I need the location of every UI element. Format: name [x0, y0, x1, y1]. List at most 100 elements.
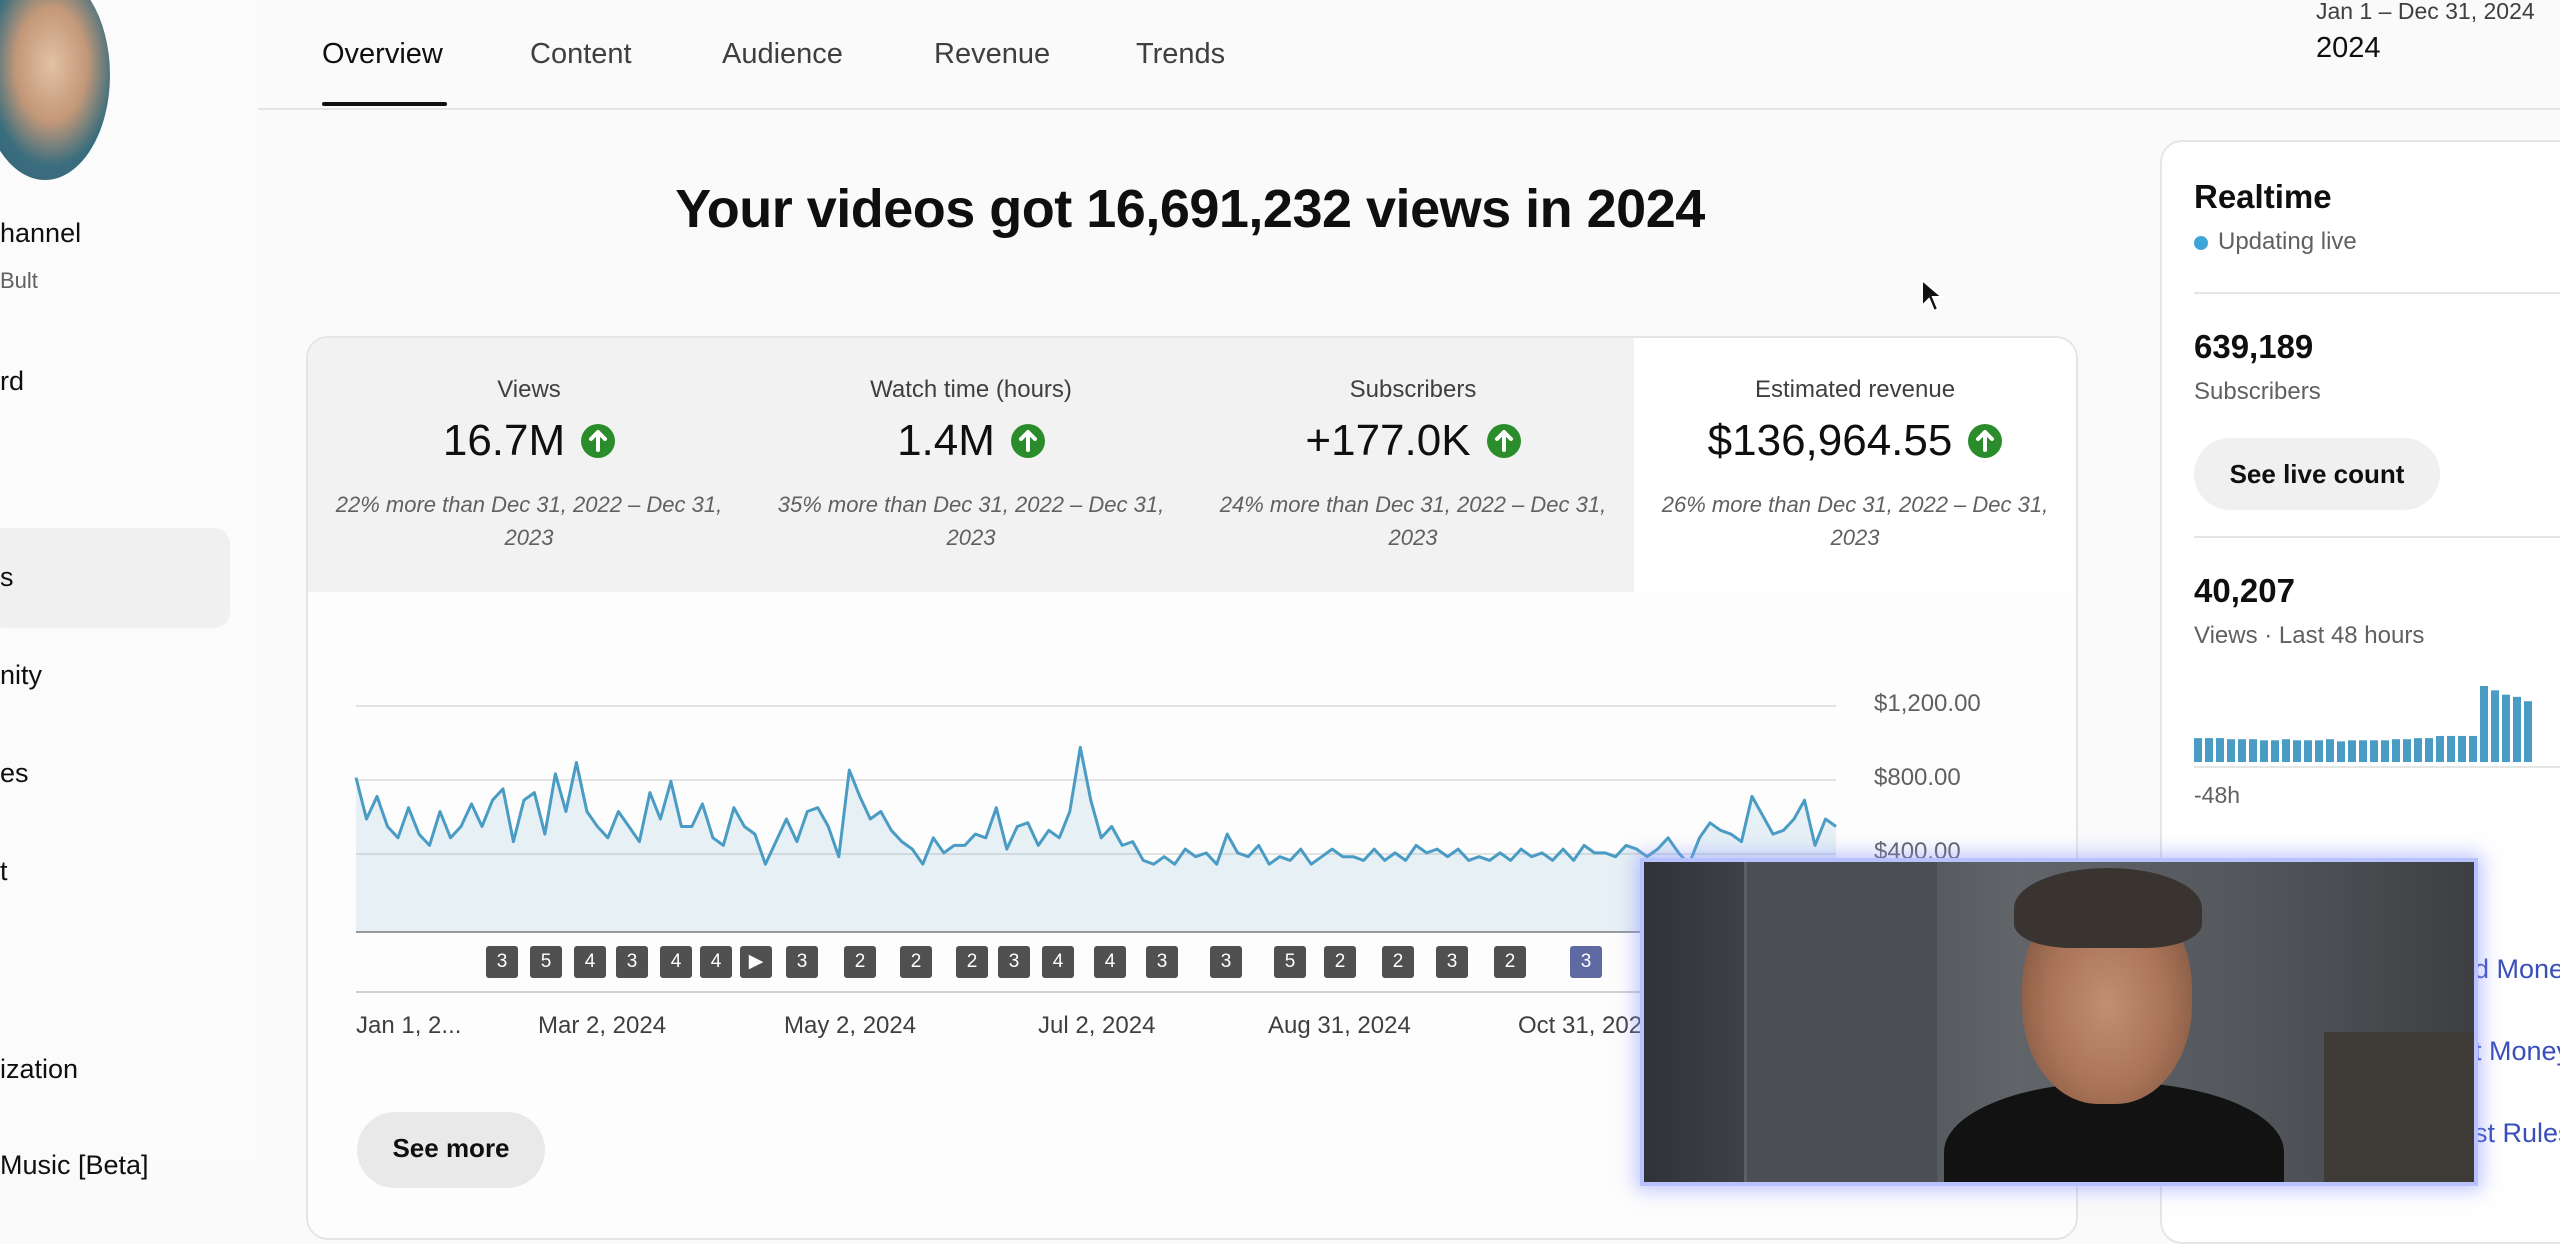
video-marker[interactable]: 2: [844, 946, 876, 978]
video-marker[interactable]: 2: [900, 946, 932, 978]
y-tick-label: $1,200.00: [1874, 690, 1981, 717]
divider: [2194, 766, 2560, 768]
webcam-overlay: [1640, 858, 2478, 1186]
realtime-bar: [2491, 690, 2499, 762]
realtime-bar: [2458, 735, 2466, 762]
see-live-count-button[interactable]: See live count: [2194, 438, 2440, 510]
video-marker[interactable]: 4: [660, 946, 692, 978]
tab-audience[interactable]: Audience: [722, 38, 843, 71]
realtime-bar: [2282, 739, 2290, 762]
realtime-bar: [2260, 740, 2268, 762]
metric-label: Subscribers: [1349, 376, 1477, 403]
realtime-bar-chart[interactable]: [2194, 682, 2560, 762]
video-marker[interactable]: 4: [700, 946, 732, 978]
x-tick-label: Aug 31, 2024: [1268, 1012, 1411, 1039]
sidebar-item-dashboard[interactable]: rd: [0, 366, 24, 397]
date-range-value[interactable]: 2024: [2316, 32, 2381, 65]
realtime-subscribers-value: 639,189: [2194, 328, 2314, 365]
webcam-background-shelf: [2324, 1032, 2474, 1182]
realtime-bar: [2414, 738, 2422, 762]
video-marker[interactable]: 2: [1494, 946, 1526, 978]
video-marker[interactable]: 3: [998, 946, 1030, 978]
channel-name: hannel: [0, 218, 82, 248]
video-marker[interactable]: 5: [1274, 946, 1306, 978]
metric-estimated-revenue[interactable]: Estimated revenue $136,964.55 26% more t…: [1634, 338, 2076, 592]
realtime-bar: [2304, 740, 2312, 762]
divider: [2194, 536, 2560, 538]
realtime-bar: [2359, 740, 2367, 762]
see-more-button[interactable]: See more: [357, 1112, 545, 1188]
realtime-bar: [2469, 735, 2477, 762]
metric-value: +177.0K: [1305, 416, 1471, 465]
sidebar-item-subtitles[interactable]: es: [0, 758, 29, 789]
realtime-bar: [2227, 739, 2235, 762]
sidebar-item-analytics[interactable]: s: [0, 562, 14, 593]
video-marker[interactable]: 5: [530, 946, 562, 978]
realtime-bar: [2381, 740, 2389, 762]
tab-content[interactable]: Content: [530, 38, 632, 71]
realtime-bar: [2326, 739, 2334, 762]
video-marker[interactable]: 3: [616, 946, 648, 978]
side-link[interactable]: st Rules: [2474, 1118, 2560, 1149]
metric-watch-time[interactable]: Watch time (hours) 1.4M 35% more than De…: [750, 338, 1194, 592]
video-marker[interactable]: 3: [786, 946, 818, 978]
sidebar-item-monetization[interactable]: ization: [0, 1054, 78, 1085]
video-marker[interactable]: 4: [574, 946, 606, 978]
video-marker[interactable]: ▶: [740, 946, 772, 978]
page-headline: Your videos got 16,691,232 views in 2024: [675, 179, 1705, 239]
metric-value: $136,964.55: [1707, 416, 1953, 465]
side-link[interactable]: t Money: [2474, 1036, 2560, 1067]
metric-comparison: 35% more than Dec 31, 2022 – Dec 31, 202…: [777, 492, 1165, 550]
date-range-label[interactable]: Jan 1 – Dec 31, 2024: [2316, 0, 2535, 25]
video-marker[interactable]: 3: [1436, 946, 1468, 978]
tab-trends[interactable]: Trends: [1136, 38, 1225, 71]
divider: [2194, 292, 2560, 294]
realtime-bar: [2392, 739, 2400, 762]
realtime-bar: [2370, 740, 2378, 762]
metric-comparison: 26% more than Dec 31, 2022 – Dec 31, 202…: [1661, 492, 2049, 550]
tab-revenue[interactable]: Revenue: [934, 38, 1050, 71]
video-marker[interactable]: 4: [1042, 946, 1074, 978]
realtime-bar: [2403, 739, 2411, 762]
x-tick-label: Oct 31, 202: [1518, 1012, 1643, 1039]
metric-value: 16.7M: [442, 416, 566, 465]
realtime-bar: [2447, 735, 2455, 762]
metric-label: Views: [497, 376, 561, 403]
video-marker[interactable]: 2: [1324, 946, 1356, 978]
metric-subscribers[interactable]: Subscribers +177.0K 24% more than Dec 31…: [1192, 338, 1636, 592]
sidebar-item-music[interactable]: Music [Beta]: [0, 1150, 149, 1181]
trend-up-icon: [1486, 424, 1521, 458]
realtime-bar: [2425, 738, 2433, 762]
realtime-bar: [2337, 741, 2345, 762]
side-link[interactable]: d Money: [2474, 954, 2560, 985]
x-tick-label: Jul 2, 2024: [1038, 1012, 1156, 1039]
realtime-bar: [2524, 701, 2532, 762]
sidebar-item-community[interactable]: nity: [0, 660, 42, 691]
sidebar-item-copyright[interactable]: t: [0, 856, 8, 887]
realtime-bar: [2480, 686, 2488, 762]
metric-comparison: 22% more than Dec 31, 2022 – Dec 31, 202…: [335, 492, 723, 550]
realtime-views-value: 40,207: [2194, 572, 2295, 609]
video-marker[interactable]: 3: [1570, 946, 1602, 978]
realtime-bar: [2271, 740, 2279, 762]
realtime-axis-label: -48h: [2194, 782, 2241, 808]
active-tab-underline: [322, 102, 447, 106]
video-marker[interactable]: 2: [1382, 946, 1414, 978]
presenter-hair: [2014, 868, 2202, 948]
realtime-bar: [2216, 738, 2224, 762]
video-marker[interactable]: 3: [1146, 946, 1178, 978]
tab-overview[interactable]: Overview: [322, 38, 443, 71]
video-marker[interactable]: 4: [1094, 946, 1126, 978]
trend-up-icon: [1010, 424, 1045, 458]
webcam-background-door: [1744, 862, 1937, 1182]
realtime-bar: [2502, 694, 2510, 762]
video-marker[interactable]: 3: [486, 946, 518, 978]
realtime-views-label: Views · Last 48 hours: [2194, 622, 2425, 649]
metric-views[interactable]: Views 16.7M 22% more than Dec 31, 2022 –…: [308, 338, 752, 592]
realtime-title: Realtime: [2194, 178, 2332, 215]
y-tick-label: $800.00: [1874, 764, 1961, 791]
channel-avatar[interactable]: [0, 0, 110, 180]
video-marker[interactable]: 3: [1210, 946, 1242, 978]
video-marker[interactable]: 2: [956, 946, 988, 978]
realtime-bar: [2513, 696, 2521, 762]
